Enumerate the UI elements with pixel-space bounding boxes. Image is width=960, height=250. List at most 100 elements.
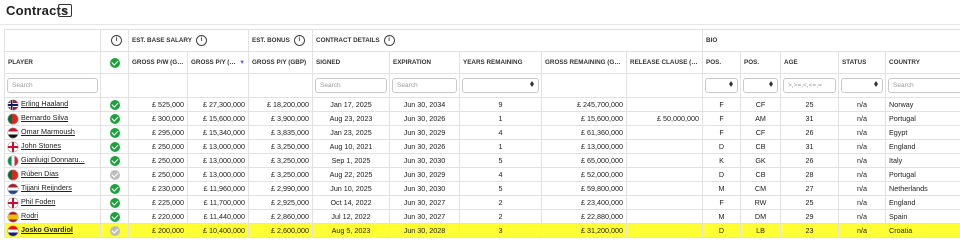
table-row[interactable]: Tijjani Reijnders £ 230,000 £ 11,960,000 £ … (4, 181, 960, 196)
group-bio: BIO (702, 29, 960, 52)
player-name-link[interactable]: Rodri (21, 211, 38, 220)
column-header-status[interactable]: STATUS (838, 51, 887, 74)
player-group-header (4, 29, 101, 52)
age-cell: 27 (780, 181, 840, 196)
info-icon[interactable]: i (195, 35, 207, 46)
column-header-bonus-py[interactable]: GROSS P/Y (GBP) (248, 51, 314, 74)
age-cell: 29 (780, 209, 840, 224)
check-cell (100, 97, 129, 112)
country-search-input[interactable]: Search (888, 78, 960, 93)
player-name-link[interactable]: Erling Haaland (21, 99, 68, 108)
country-cell: Egypt (885, 125, 960, 140)
column-header-signed[interactable]: SIGNED (312, 51, 391, 74)
years-remaining-select[interactable] (462, 78, 540, 93)
signed-cell: Aug 22, 2025 (312, 167, 391, 182)
gross-pw-cell: £ 250,000 (128, 167, 188, 182)
column-header-gross-remaining[interactable]: GROSS REMAINING (GBP) (541, 51, 628, 74)
check-status-icon (109, 183, 120, 194)
signed-cell: Sep 1, 2025 (312, 153, 391, 168)
info-icon[interactable]: i (383, 35, 395, 46)
gross-py-cell: £ 15,340,000 (186, 125, 250, 140)
column-header-gross-pw[interactable]: GROSS P/W (GBP) (128, 51, 188, 74)
country-cell: Italy (885, 153, 960, 168)
player-name-link[interactable]: Omar Marmoush (21, 127, 75, 136)
signed-cell: Jul 12, 2022 (312, 209, 391, 224)
status-cell: n/a (838, 167, 887, 182)
expiration-search-input[interactable]: Search (392, 78, 458, 93)
years-remaining-cell: 4 (459, 125, 543, 140)
country-cell: Croatia (885, 223, 960, 238)
player-name-link[interactable]: Phil Foden (21, 197, 55, 206)
release-clause-cell (626, 209, 704, 224)
column-header-check[interactable] (100, 51, 129, 74)
check-status-icon (109, 155, 120, 166)
column-header-player[interactable]: PLAYER (4, 51, 101, 74)
player-name-link[interactable]: Rúben Dias (21, 169, 59, 178)
table-row[interactable]: John Stones £ 250,000 £ 13,000,000 £ 3,250,… (4, 139, 960, 154)
table-row[interactable]: Phil Foden £ 225,000 £ 11,700,000 £ 2,925,0… (4, 195, 960, 210)
player-cell: Rodri (4, 209, 101, 224)
chevron-down-icon[interactable]: ∨ (58, 4, 72, 17)
check-cell (100, 125, 129, 140)
release-clause-cell (626, 125, 704, 140)
table-row[interactable]: Rúben Dias £ 250,000 £ 13,000,000 £ 3,250,0… (4, 167, 960, 182)
release-clause-cell: £ 50,000,000 (626, 111, 704, 126)
gross-py-cell: £ 11,700,000 (186, 195, 250, 210)
player-name-link[interactable]: Bernardo Silva (21, 113, 68, 122)
bonus-py-cell: £ 3,900,000 (248, 111, 314, 126)
pos2-cell: CB (740, 167, 782, 182)
bonus-py-cell: £ 3,250,000 (248, 139, 314, 154)
release-clause-cell (626, 167, 704, 182)
column-header-pos2[interactable]: POS. (740, 51, 782, 74)
pos1-select[interactable] (705, 78, 739, 93)
bonus-py-cell: £ 2,600,000 (248, 223, 314, 238)
age-cell: 23 (780, 223, 840, 238)
pos2-select[interactable] (743, 78, 779, 93)
info-icon[interactable]: i (111, 35, 122, 46)
info-icon[interactable]: i (293, 35, 305, 46)
status-select[interactable] (841, 78, 884, 93)
table-row[interactable]: Gianluigi Donnaru... £ 250,000 £ 13,000,00… (4, 153, 960, 168)
country-cell: Portugal (885, 111, 960, 126)
column-header-expiration[interactable]: EXPIRATION (389, 51, 461, 74)
pos2-cell: CF (740, 97, 782, 112)
player-name-link[interactable]: Gianluigi Donnaru... (21, 155, 85, 164)
group-label: EST. BONUS (252, 37, 290, 45)
check-status-icon (109, 141, 120, 152)
column-header-age[interactable]: AGE (780, 51, 840, 74)
gross-py-cell: £ 13,000,000 (186, 153, 250, 168)
pos2-cell: AM (740, 111, 782, 126)
signed-search-input[interactable]: Search (315, 78, 388, 93)
signed-cell: Jun 10, 2025 (312, 181, 391, 196)
expiration-cell: Jun 30, 2027 (389, 195, 461, 210)
column-header-pos1[interactable]: POS. (702, 51, 742, 74)
status-cell: n/a (838, 153, 887, 168)
pos1-cell: M (702, 181, 742, 196)
table-row[interactable]: Bernardo Silva £ 300,000 £ 15,600,000 £ 3,9… (4, 111, 960, 126)
player-name-link[interactable]: Josko Gvardiol (21, 225, 73, 234)
table-row[interactable]: Erling Haaland £ 525,000 £ 27,300,000 £ 18,… (4, 97, 960, 112)
column-header-release-clause[interactable]: RELEASE CLAUSE (GBP) (626, 51, 704, 74)
age-filter-input[interactable]: >,>=,<,<=,= (783, 78, 837, 93)
player-cell: Bernardo Silva (4, 111, 101, 126)
table-row[interactable]: Josko Gvardiol £ 200,000 £ 10,400,000 £ 2,6… (4, 223, 960, 238)
table-row[interactable]: Rodri £ 220,000 £ 11,440,000 £ 2,860,000 Jul… (4, 209, 960, 224)
signed-cell: Jan 17, 2025 (312, 97, 391, 112)
table-row[interactable]: Omar Marmoush £ 295,000 £ 15,340,000 £ 3,83… (4, 125, 960, 140)
player-search-input[interactable]: Search (7, 78, 98, 93)
page-header: Contracts ∨ (0, 0, 960, 25)
status-cell: n/a (838, 209, 887, 224)
signed-cell: Jan 23, 2025 (312, 125, 391, 140)
column-header-years-remaining[interactable]: YEARS REMAINING (459, 51, 543, 74)
column-header-country[interactable]: COUNTRY (885, 51, 960, 74)
check-status-icon (109, 99, 120, 110)
player-name-link[interactable]: John Stones (21, 141, 61, 150)
expiration-cell: Jun 30, 2026 (389, 111, 461, 126)
gross-pw-cell: £ 200,000 (128, 223, 188, 238)
status-cell: n/a (838, 139, 887, 154)
expiration-cell: Jun 30, 2029 (389, 167, 461, 182)
player-name-link[interactable]: Tijjani Reijnders (21, 183, 72, 192)
contracts-table: i EST. BASE SALARY i EST. BONUS i CONTRACT… (4, 29, 960, 238)
bonus-py-cell: £ 2,860,000 (248, 209, 314, 224)
column-header-gross-py[interactable]: ▼ GROSS P/Y (GBP) (186, 51, 250, 74)
